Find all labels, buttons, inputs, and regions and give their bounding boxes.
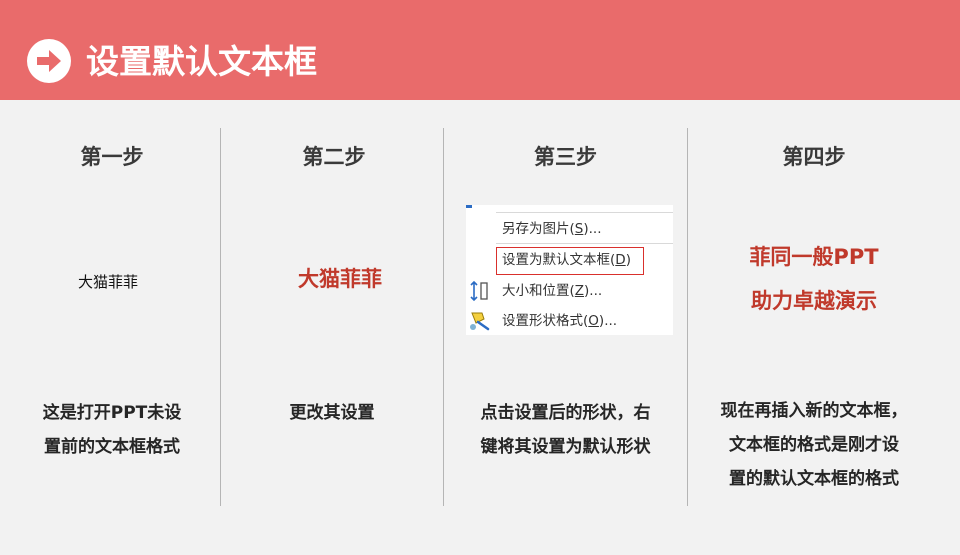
menu-item-format-shape[interactable]: 设置形状格式(O)... xyxy=(502,311,617,331)
new-textbox-sample-line-1: 菲同一般PPT xyxy=(749,245,879,269)
step-1-description: 这是打开PPT未设 置前的文本框格式 xyxy=(2,396,222,464)
menu-top-accent xyxy=(466,205,472,208)
description-line: 键将其设置为默认形状 xyxy=(480,437,651,457)
highlight-box xyxy=(496,247,644,275)
step-4-column: 第四步 菲同一般PPT 助力卓越演示 现在再插入新的文本框， 文本框的格式是刚才… xyxy=(688,0,960,555)
step-4-title: 第四步 xyxy=(782,145,846,169)
description-line: 置的默认文本框的格式 xyxy=(729,469,899,489)
description-line: 现在再插入新的文本框， xyxy=(720,401,908,421)
description-line: 文本框的格式是刚才设 xyxy=(729,435,899,455)
menu-item-save-as-picture[interactable]: 另存为图片(S)... xyxy=(502,219,602,239)
menu-separator xyxy=(496,243,673,244)
step-1-column: 第一步 大猫菲菲 这是打开PPT未设 置前的文本框格式 xyxy=(14,0,234,555)
menu-separator xyxy=(496,212,673,213)
formatted-textbox-sample: 大猫菲菲 xyxy=(298,267,382,291)
description-line: 这是打开PPT未设 xyxy=(42,403,182,423)
format-shape-icon xyxy=(470,312,490,331)
step-1-title: 第一步 xyxy=(80,145,144,169)
step-2-description: 更改其设置 xyxy=(221,396,443,430)
description-line: 点击设置后的形状，右 xyxy=(480,403,651,423)
description-line: 更改其设置 xyxy=(289,403,375,423)
step-4-description: 现在再插入新的文本框， 文本框的格式是刚才设 置的默认文本框的格式 xyxy=(688,394,940,496)
step-3-description: 点击设置后的形状，右 键将其设置为默认形状 xyxy=(444,396,687,464)
new-textbox-sample-line-2: 助力卓越演示 xyxy=(751,289,877,313)
step-2-title: 第二步 xyxy=(302,145,366,169)
step-3-title: 第三步 xyxy=(534,145,597,169)
description-line: 置前的文本框格式 xyxy=(44,437,180,457)
default-textbox-sample: 大猫菲菲 xyxy=(77,273,138,291)
menu-item-size-position[interactable]: 大小和位置(Z)... xyxy=(502,281,602,301)
step-2-column: 第二步 大猫菲菲 更改其设置 xyxy=(221,0,443,555)
size-position-icon xyxy=(470,280,488,302)
context-menu: 另存为图片(S)... 设置为默认文本框(D) 大小和位置(Z)... 设置形状… xyxy=(466,205,673,335)
